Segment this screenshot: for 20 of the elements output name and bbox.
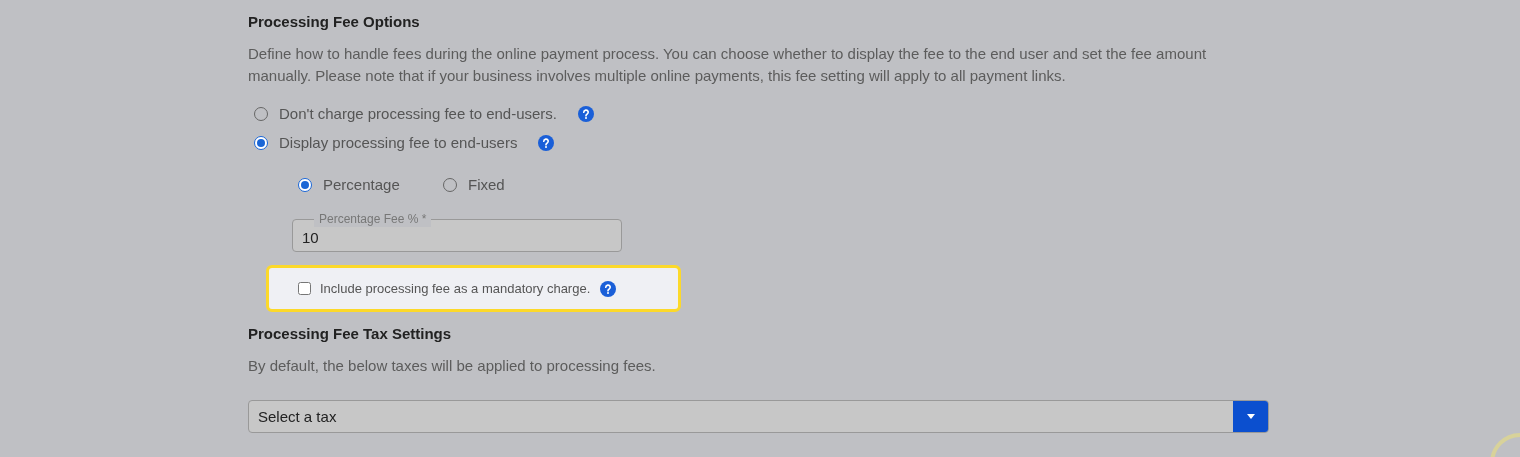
- fee-input[interactable]: 10: [302, 229, 622, 246]
- section-description: By default, the below taxes will be applied to processing fees.: [248, 356, 657, 376]
- radio-label: Display processing fee to end-users: [279, 134, 518, 151]
- help-icon[interactable]: [600, 280, 617, 297]
- section-heading: Processing Fee Options: [248, 12, 421, 32]
- tax-select[interactable]: Select a tax: [248, 400, 1269, 433]
- section-heading: Processing Fee Tax Settings: [248, 324, 453, 344]
- caret-icon: [1246, 414, 1255, 419]
- field-label: Percentage Fee % *: [314, 211, 432, 227]
- radio-button[interactable]: [254, 135, 268, 150]
- radio-label: Don't charge processing fee to end-users.: [279, 105, 558, 122]
- checkbox[interactable]: [298, 282, 311, 295]
- help-icon[interactable]: [538, 134, 555, 151]
- radio-label: Fixed: [468, 176, 505, 193]
- percentage-fee-field[interactable]: Percentage Fee % * 10: [292, 210, 622, 252]
- radio-label: Percentage: [323, 176, 401, 193]
- section-description: Define how to handle fees during the online payment process. You can choose whether to display the fee to the end user and set the fee amount manually. Please note that if your business involves multiple online payments, this fee setting will apply to all payment links.: [248, 44, 1208, 86]
- help-icon[interactable]: [578, 105, 595, 122]
- radio-button[interactable]: [298, 177, 312, 192]
- checkbox-label: Include processing fee as a mandatory charge.: [320, 281, 591, 296]
